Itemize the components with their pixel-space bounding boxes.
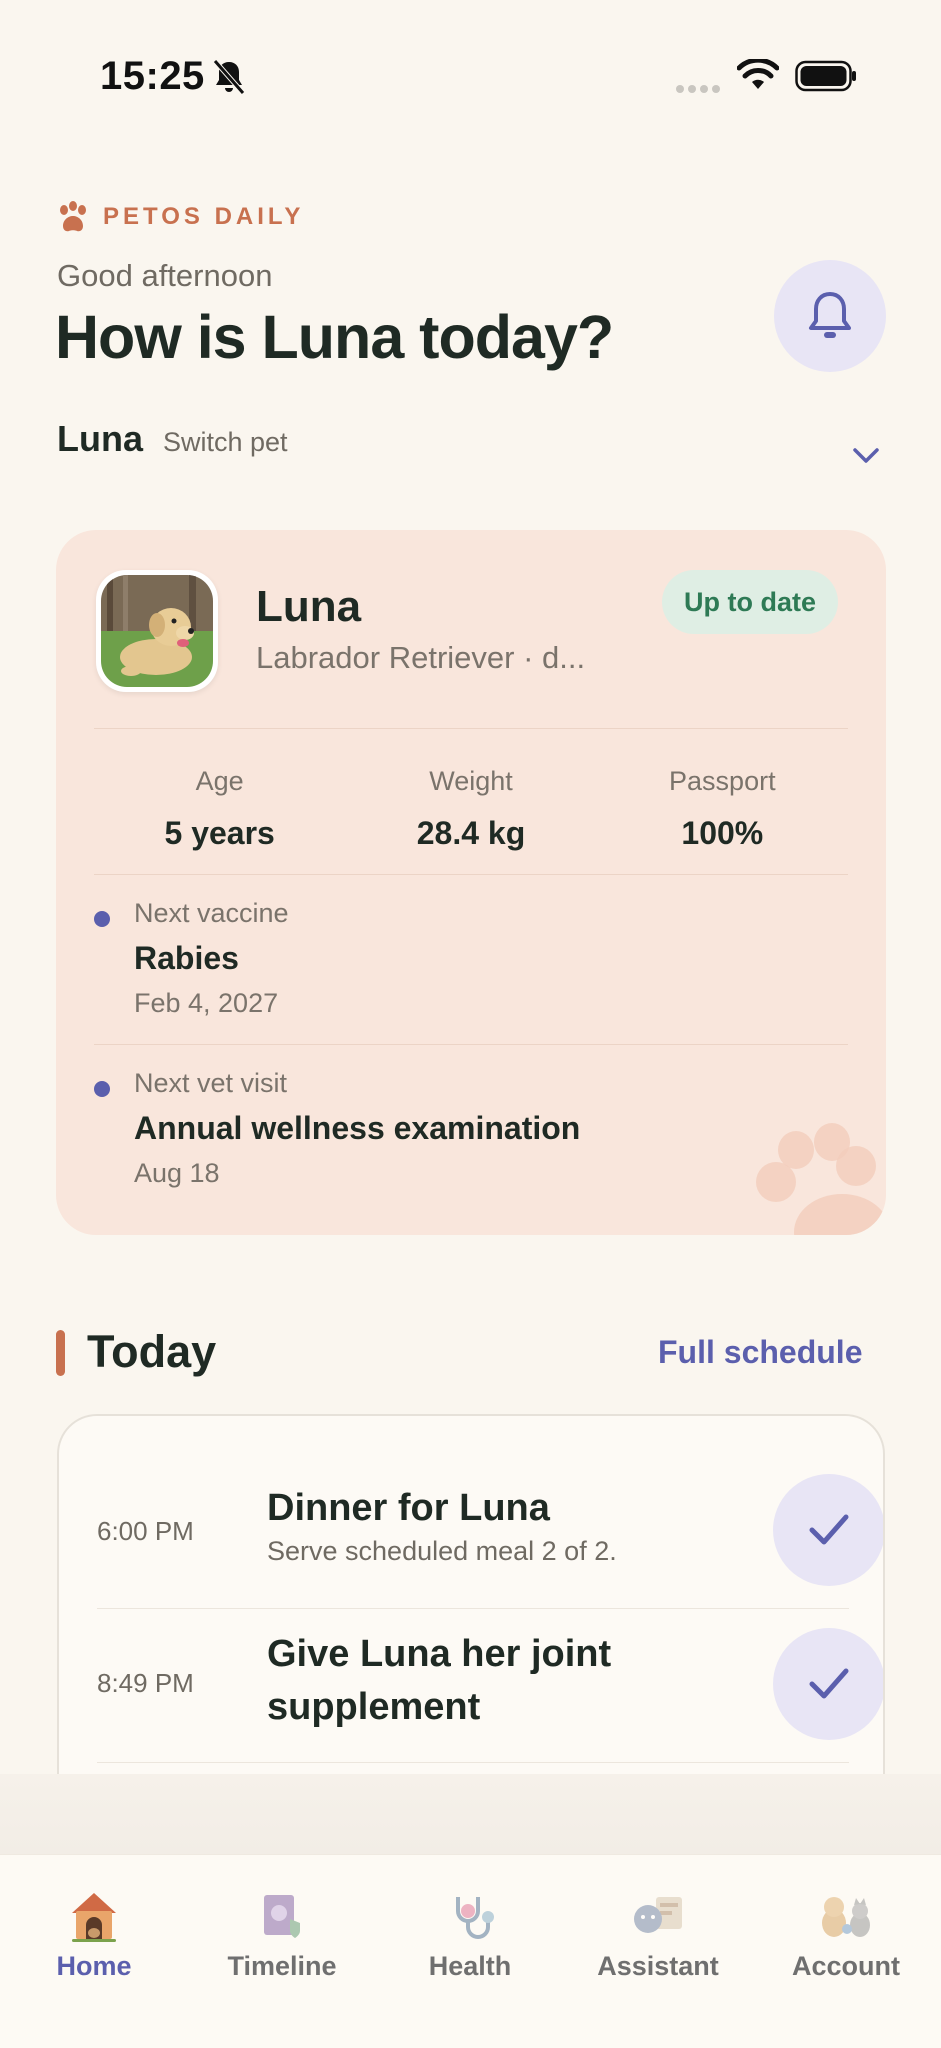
task-title-line: supplement	[267, 1686, 481, 1728]
silent-mode-icon	[213, 59, 245, 95]
paw-icon	[60, 201, 86, 232]
event-label: Next vet visit	[134, 1068, 288, 1098]
task-title: Give Luna her joint supplement	[267, 1628, 611, 1734]
pet-stats: Age 5 years Weight 28.4 kg Passport 100%	[94, 766, 848, 852]
stat-label: Passport	[669, 766, 776, 796]
paw-decoration-icon	[756, 1123, 886, 1235]
divider	[94, 728, 848, 729]
brand: PETOS DAILY	[57, 200, 304, 234]
passport-icon	[264, 1895, 300, 1938]
stat-passport: Passport 100%	[597, 766, 848, 852]
bell-icon	[809, 292, 851, 338]
bullet-dot	[94, 911, 110, 927]
page-title: How is Luna today?	[55, 303, 614, 371]
stat-value: 28.4 kg	[416, 815, 526, 851]
stat-age: Age 5 years	[94, 766, 345, 852]
next-vet-visit[interactable]: Next vet visit Annual wellness examinati…	[94, 1068, 848, 1198]
stat-value: 100%	[681, 815, 764, 851]
section-title-today: Today	[87, 1326, 217, 1377]
brand-name: PETOS DAILY	[103, 203, 305, 230]
divider	[97, 1608, 849, 1609]
bullet-dot	[94, 1081, 110, 1097]
pet-avatar	[96, 570, 218, 692]
scroll-fade	[0, 1774, 941, 1854]
divider	[94, 874, 848, 875]
tab-bar: Home Timeline Health Assistant Account	[0, 1854, 941, 2048]
notifications-button[interactable]	[774, 260, 886, 372]
current-pet-name: Luna	[57, 418, 143, 459]
task-subtitle: Serve scheduled meal 2 of 2.	[267, 1536, 617, 1566]
pet-summary-card[interactable]: Luna Labrador Retriever · d... Up to dat…	[56, 530, 886, 1235]
chevron-down-icon[interactable]	[852, 446, 880, 466]
checkmark-icon	[809, 1514, 849, 1545]
stat-label: Weight	[429, 766, 513, 796]
tab-assistant[interactable]: Assistant	[564, 1855, 752, 2048]
section-accent-bar	[56, 1330, 65, 1376]
battery-icon	[795, 60, 856, 92]
tab-label: Timeline	[227, 1951, 337, 1981]
tab-label: Home	[56, 1951, 132, 1981]
task-time: 6:00 PM	[97, 1516, 194, 1546]
full-schedule-link[interactable]: Full schedule	[658, 1334, 862, 1371]
complete-task-button[interactable]	[773, 1628, 883, 1740]
event-title: Annual wellness examination	[134, 1110, 581, 1146]
doghouse-icon	[72, 1893, 116, 1942]
pets-icon	[822, 1897, 870, 1937]
event-date: Aug 18	[134, 1158, 220, 1188]
task-item[interactable]: 6:00 PM Dinner for Luna Serve scheduled …	[97, 1474, 883, 1586]
stethoscope-icon	[456, 1897, 494, 1939]
status-time: 15:25	[100, 54, 205, 98]
next-vaccine[interactable]: Next vaccine Rabies Feb 4, 2027	[94, 898, 848, 1028]
switch-pet-label[interactable]: Switch pet	[163, 427, 288, 458]
tab-label: Account	[792, 1951, 900, 1981]
stat-weight: Weight 28.4 kg	[345, 766, 596, 852]
tab-account[interactable]: Account	[752, 1855, 940, 2048]
dog-photo	[101, 575, 213, 687]
event-title: Rabies	[134, 940, 239, 976]
pet-switcher[interactable]: Luna Switch pet	[57, 418, 288, 460]
task-title-line: Give Luna her joint	[267, 1633, 612, 1675]
wifi-icon	[737, 59, 779, 89]
event-date: Feb 4, 2027	[134, 988, 279, 1018]
tab-label: Assistant	[597, 1951, 719, 1981]
task-item[interactable]: 8:49 PM Give Luna her joint supplement	[97, 1628, 883, 1740]
task-time: 8:49 PM	[97, 1668, 194, 1698]
tab-health[interactable]: Health	[376, 1855, 564, 2048]
checkmark-icon	[809, 1668, 849, 1699]
schedule-card: 6:00 PM Dinner for Luna Serve scheduled …	[57, 1414, 885, 1774]
tab-home[interactable]: Home	[0, 1855, 188, 2048]
status-bar: 15:25	[0, 0, 941, 150]
tab-label: Health	[428, 1951, 512, 1981]
greeting: Good afternoon	[57, 258, 273, 293]
divider	[97, 1762, 849, 1763]
pet-breed: Labrador Retriever · d...	[256, 640, 586, 675]
stat-value: 5 years	[164, 815, 275, 851]
tab-timeline[interactable]: Timeline	[188, 1855, 376, 2048]
event-label: Next vaccine	[134, 898, 289, 928]
pet-card-name: Luna	[256, 582, 362, 631]
assistant-icon	[634, 1897, 682, 1933]
status-badge: Up to date	[662, 570, 838, 634]
complete-task-button[interactable]	[773, 1474, 883, 1586]
divider	[94, 1044, 848, 1045]
task-title: Dinner for Luna	[267, 1487, 550, 1529]
stat-label: Age	[195, 766, 244, 796]
signal-dots-icon	[676, 85, 720, 93]
